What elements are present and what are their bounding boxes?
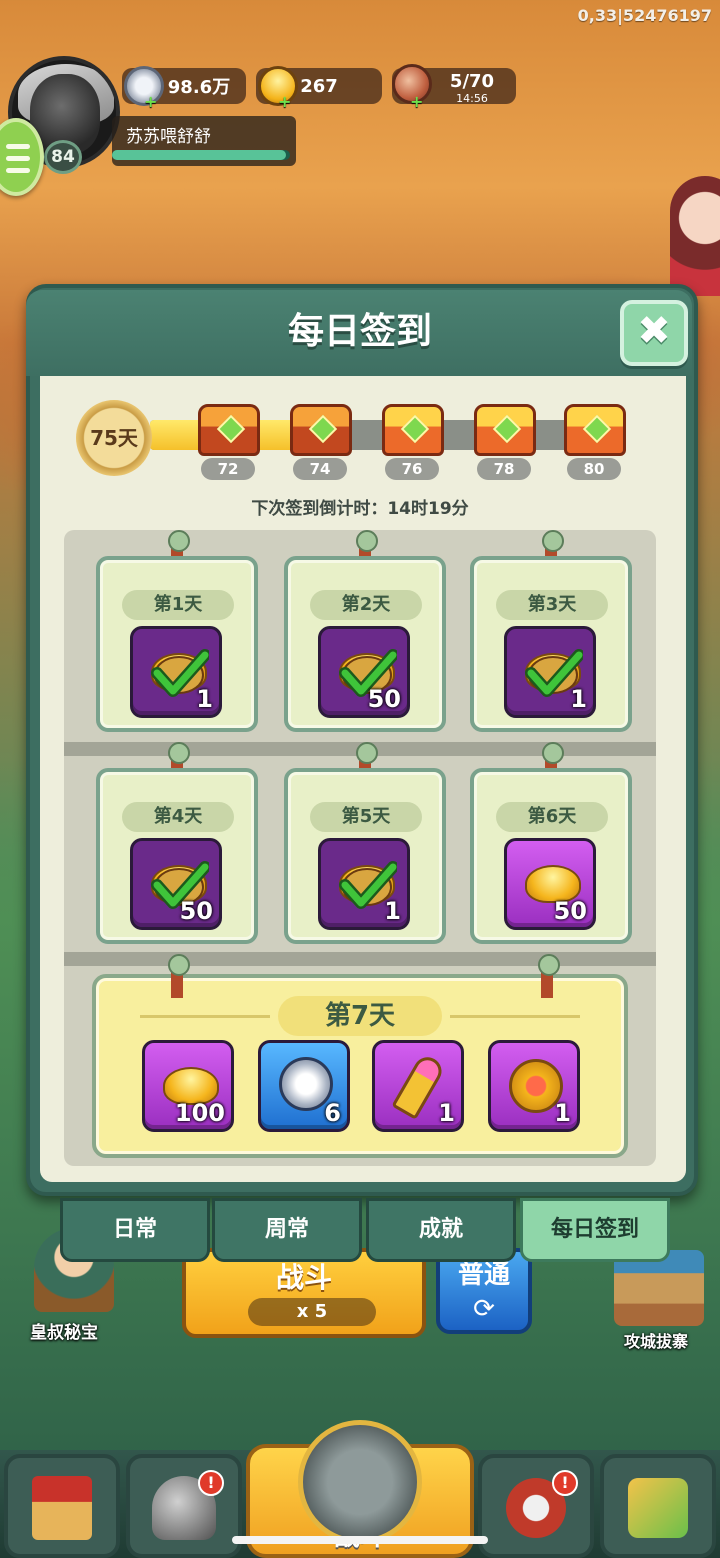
nav-stars-button[interactable] xyxy=(478,1454,594,1558)
hero-alert-badge: ! xyxy=(198,1470,224,1496)
close-button[interactable]: ✖ xyxy=(620,300,688,366)
upgrade-icon xyxy=(628,1478,688,1538)
player-name-bar: 苏苏喂舒舒 xyxy=(112,116,296,166)
home-indicator[interactable] xyxy=(232,1536,488,1544)
xp-fill xyxy=(112,150,287,160)
day-label: 第3天 xyxy=(496,590,608,620)
reward-count: 1 xyxy=(554,1099,571,1127)
tab-0[interactable]: 日常 xyxy=(60,1198,210,1262)
treasure-chest-icon[interactable] xyxy=(382,404,444,456)
close-icon: ✖ xyxy=(637,308,671,354)
day-card[interactable]: 第4天 50 xyxy=(96,768,258,944)
reward-count: 1 xyxy=(384,897,401,925)
milestone-label: 72 xyxy=(201,458,255,480)
day7-reward-item[interactable]: 1 xyxy=(488,1040,580,1132)
menu-icon-line xyxy=(6,156,30,161)
nav-upgrade-button[interactable] xyxy=(600,1454,716,1558)
day-label: 第6天 xyxy=(496,802,608,832)
xp-bar xyxy=(112,150,290,160)
gold-value: 267 xyxy=(300,75,338,97)
reward-count: 1 xyxy=(570,685,587,713)
day7-deco-right xyxy=(450,1015,580,1018)
day7-reward-item[interactable]: 100 xyxy=(142,1040,234,1132)
reward-count: 50 xyxy=(179,897,213,925)
day-card[interactable]: 第2天 50 xyxy=(284,556,446,732)
stamina-timer: 14:56 xyxy=(456,91,488,105)
milestone-label: 78 xyxy=(477,458,531,480)
nav-castle-button[interactable] xyxy=(4,1454,120,1558)
player-name: 苏苏喂舒舒 xyxy=(126,127,211,147)
next-signin-countdown: 下次签到倒计时：14时19分 xyxy=(251,499,469,519)
treasure-chest-icon[interactable] xyxy=(198,404,260,456)
reward-item[interactable]: 1 xyxy=(504,626,596,718)
stars-alert-badge: ! xyxy=(552,1470,578,1496)
days-signed-badge: 75天 xyxy=(76,400,152,476)
tab-2[interactable]: 成就 xyxy=(366,1198,516,1262)
grid-shelf xyxy=(64,952,656,966)
day-card[interactable]: 第3天 1 xyxy=(470,556,632,732)
reward-count: 50 xyxy=(553,897,587,925)
add-silver-icon[interactable]: + xyxy=(144,92,157,111)
day-label: 第1天 xyxy=(122,590,234,620)
reward-item[interactable]: 50 xyxy=(318,626,410,718)
day-label: 第4天 xyxy=(122,802,234,832)
nav-hero-button[interactable] xyxy=(126,1454,242,1558)
treasure-chest-icon[interactable] xyxy=(474,404,536,456)
tab-3[interactable]: 每日签到 xyxy=(520,1198,670,1262)
fight-button-label: 战斗 xyxy=(275,1261,332,1294)
day-label: 第5天 xyxy=(310,802,422,832)
fight-emblem-icon xyxy=(298,1420,422,1544)
reward-count: 100 xyxy=(174,1099,225,1127)
reward-count: 6 xyxy=(324,1099,341,1127)
day-card[interactable]: 第5天 1 xyxy=(284,768,446,944)
menu-icon-line xyxy=(6,168,30,173)
day7-deco-left xyxy=(140,1015,270,1018)
uncle-treasure-label[interactable]: 皇叔秘宝 xyxy=(30,1318,98,1343)
castle-icon xyxy=(32,1476,92,1540)
milestone-label: 74 xyxy=(293,458,347,480)
npc-character xyxy=(670,176,720,296)
day-label: 第2天 xyxy=(310,590,422,620)
reward-item[interactable]: 1 xyxy=(318,838,410,930)
reward-count: 1 xyxy=(438,1099,455,1127)
milestone-label: 76 xyxy=(385,458,439,480)
player-level: 84 xyxy=(44,140,82,174)
reward-count: 1 xyxy=(196,685,213,713)
treasure-chest-icon[interactable] xyxy=(564,404,626,456)
day-card[interactable]: 第6天 50 xyxy=(470,768,632,944)
tab-1[interactable]: 周常 xyxy=(212,1198,362,1262)
add-stamina-icon[interactable]: + xyxy=(410,92,423,111)
fight-cost: x 5 xyxy=(248,1298,376,1326)
reward-item[interactable]: 50 xyxy=(130,838,222,930)
day7-label: 第7天 xyxy=(278,996,442,1036)
menu-icon xyxy=(6,144,30,149)
reward-item[interactable]: 1 xyxy=(130,626,222,718)
add-gold-icon[interactable]: + xyxy=(278,92,291,111)
panel-title: 每日签到 xyxy=(287,311,432,352)
day7-reward-item[interactable]: 6 xyxy=(258,1040,350,1132)
reward-count: 50 xyxy=(367,685,401,713)
milestone-label: 80 xyxy=(567,458,621,480)
day-card[interactable]: 第1天 1 xyxy=(96,556,258,732)
siege-label[interactable]: 攻城拔寨 xyxy=(624,1328,688,1352)
system-info: 0,33|52476197 xyxy=(577,6,712,25)
reward-item[interactable]: 50 xyxy=(504,838,596,930)
day7-reward-item[interactable]: 1 xyxy=(372,1040,464,1132)
day7-pin-left xyxy=(168,954,190,998)
refresh-icon: ⟳ xyxy=(473,1294,495,1324)
day7-pin-right xyxy=(538,954,560,998)
treasure-chest-icon[interactable] xyxy=(290,404,352,456)
